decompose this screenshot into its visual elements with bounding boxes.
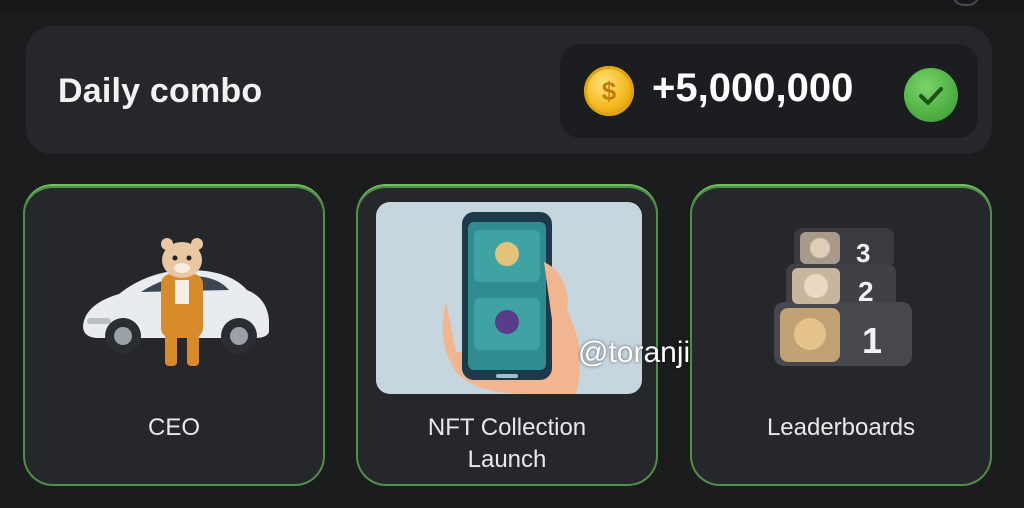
check-mark-svg [919, 87, 943, 105]
daily-combo-bar: Daily combo $ +5,000,000 [26, 26, 992, 154]
top-edge [0, 0, 1024, 14]
reward-pill: $ +5,000,000 [560, 44, 978, 138]
ceo-illustration [83, 238, 269, 366]
card-ceo[interactable]: CEO [23, 184, 325, 486]
leaderboard-illustration [774, 228, 912, 366]
reward-amount: +5,000,000 [652, 66, 854, 110]
card-label-line-1: NFT Collection [427, 414, 587, 441]
card-nft-collection-launch[interactable]: NFT Collection Launch [356, 184, 658, 486]
check-icon [904, 68, 958, 122]
watermark-text: @toranji [578, 336, 691, 369]
rank-3: 3 [856, 238, 871, 268]
daily-combo-title: Daily combo [58, 72, 263, 110]
rank-1: 1 [862, 320, 883, 361]
rank-2: 2 [858, 276, 874, 307]
coin-symbol: $ [601, 76, 617, 106]
card-label: CEO [147, 414, 200, 441]
card-label: NFT Collection Launch [356, 412, 658, 476]
card-leaderboards[interactable]: 3 2 1 Leaderboards [690, 184, 992, 486]
card-label: Leaderboards [766, 414, 916, 441]
card-label-line-2: Launch [467, 446, 547, 473]
coin-icon: $ [584, 66, 634, 116]
